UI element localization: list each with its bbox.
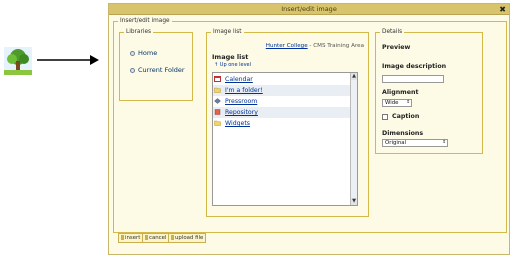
- preview-heading: Preview: [382, 44, 411, 51]
- alignment-value: Wide: [385, 100, 399, 106]
- alignment-select[interactable]: Wide ⇕: [382, 99, 412, 107]
- file-list[interactable]: Calendar I'm a folder! Pressroom Reposit…: [212, 72, 358, 206]
- library-current-folder[interactable]: Current Folder: [130, 66, 185, 74]
- breadcrumb-link[interactable]: Hunter College: [266, 43, 308, 49]
- select-arrows-icon: ⇕: [406, 100, 410, 105]
- upload-file-button[interactable]: upload file: [168, 233, 207, 243]
- library-home[interactable]: Home: [130, 49, 157, 57]
- dialog-titlebar[interactable]: Insert/edit image ✖: [109, 4, 509, 15]
- up-one-level-label: Up one level: [219, 62, 252, 68]
- image-list-heading: Image list: [212, 53, 249, 61]
- up-arrow-icon: ↑: [214, 62, 219, 68]
- radio-icon: [130, 67, 135, 73]
- upload-file-button-label: upload file: [175, 235, 204, 241]
- select-arrows-icon: ⇕: [442, 140, 446, 145]
- scroll-down-icon[interactable]: ▼: [351, 198, 357, 205]
- scroll-up-icon[interactable]: ▲: [351, 73, 357, 80]
- radio-icon: [130, 50, 135, 56]
- up-one-level-link[interactable]: ↑ Up one level: [214, 62, 251, 68]
- library-home-label: Home: [138, 49, 158, 57]
- libraries-legend: Libraries: [126, 29, 152, 35]
- details-panel: Details Preview Image description Alignm…: [375, 29, 483, 154]
- file-name[interactable]: Pressroom: [225, 98, 257, 105]
- calendar-icon: [214, 76, 221, 82]
- insert-icon: [121, 235, 124, 240]
- tree-icon: [4, 47, 32, 75]
- repository-icon: [214, 109, 221, 115]
- insert-edit-legend: Insert/edit image: [120, 18, 170, 24]
- file-name[interactable]: Calendar: [225, 76, 253, 83]
- dimensions-select[interactable]: Original ⇕: [382, 139, 448, 147]
- insert-image-dialog: Insert/edit image ✖ Insert/edit image Li…: [108, 3, 510, 255]
- close-icon[interactable]: ✖: [499, 4, 506, 15]
- caption-label: Caption: [392, 113, 420, 120]
- breadcrumb: Hunter College - CMS Training Area: [266, 43, 364, 49]
- cancel-button[interactable]: cancel: [142, 233, 170, 243]
- cancel-icon: [145, 235, 148, 240]
- dimensions-value: Original: [385, 140, 407, 146]
- file-list-scrollbar[interactable]: ▲ ▼: [350, 73, 357, 205]
- image-list-panel: Image list Hunter College - CMS Training…: [206, 29, 369, 217]
- dimensions-label: Dimensions: [382, 130, 424, 137]
- upload-icon: [171, 235, 174, 240]
- list-item[interactable]: Repository: [213, 107, 351, 118]
- list-item[interactable]: I'm a folder!: [213, 85, 351, 96]
- file-name[interactable]: Repository: [225, 109, 258, 116]
- list-item[interactable]: Pressroom: [213, 96, 351, 107]
- image-description-label: Image description: [382, 63, 447, 70]
- file-name[interactable]: Widgets: [225, 120, 250, 127]
- library-current-folder-label: Current Folder: [138, 66, 185, 74]
- insert-button[interactable]: insert: [118, 233, 144, 243]
- dialog-title: Insert/edit image: [281, 5, 337, 13]
- libraries-panel: Libraries Home Current Folder: [119, 29, 193, 101]
- alignment-label: Alignment: [382, 89, 419, 96]
- details-legend: Details: [382, 29, 403, 35]
- arrow-icon: [37, 55, 99, 65]
- image-list-legend: Image list: [213, 29, 242, 35]
- list-item[interactable]: Widgets: [213, 118, 351, 129]
- pressroom-icon: [214, 98, 221, 104]
- cancel-button-label: cancel: [149, 235, 167, 241]
- file-name[interactable]: I'm a folder!: [225, 87, 263, 94]
- folder-icon: [214, 120, 221, 126]
- breadcrumb-rest: - CMS Training Area: [307, 43, 364, 49]
- list-item[interactable]: Calendar: [213, 74, 351, 85]
- image-description-input[interactable]: [382, 75, 444, 83]
- caption-checkbox[interactable]: [382, 114, 388, 120]
- insert-button-label: insert: [125, 235, 141, 241]
- folder-icon: [214, 87, 221, 93]
